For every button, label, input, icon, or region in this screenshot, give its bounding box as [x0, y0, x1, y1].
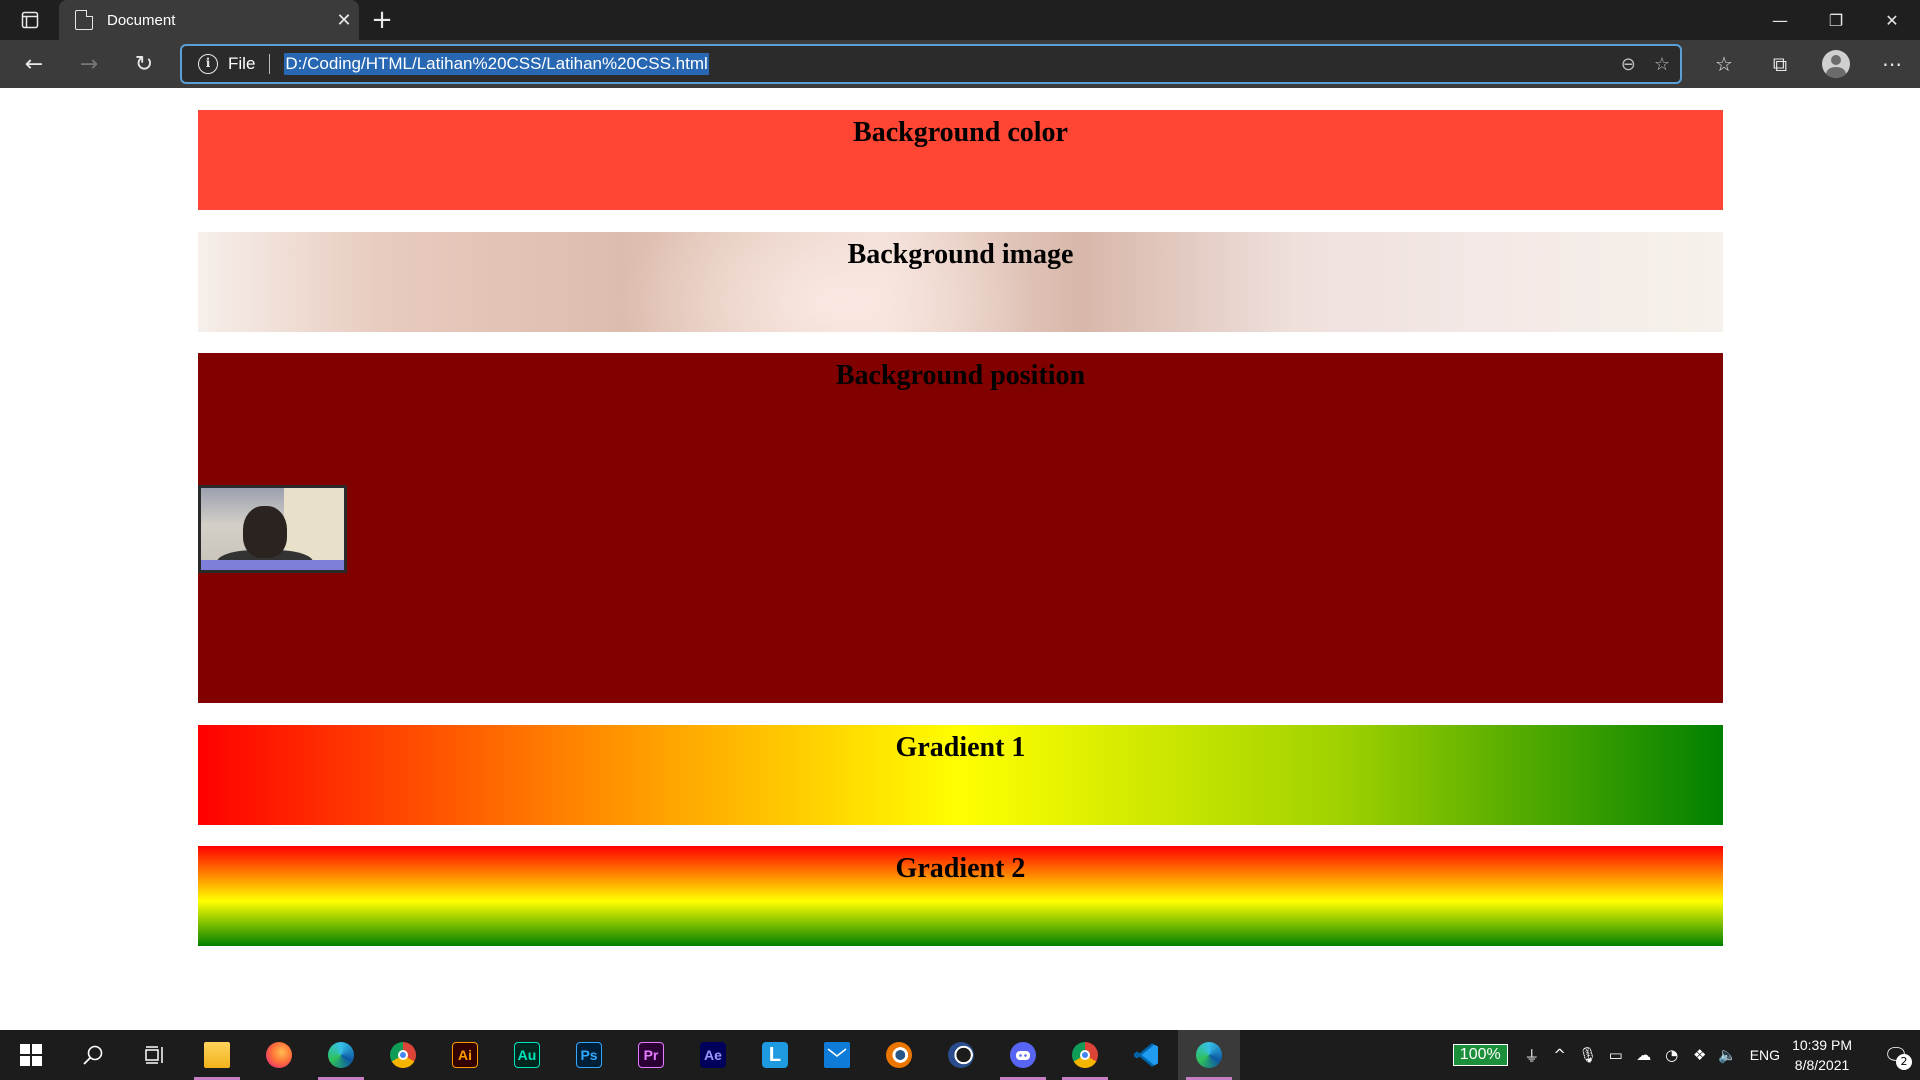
windows-icon [20, 1044, 42, 1066]
favorites-icon[interactable]: ☆ [1696, 40, 1752, 88]
plug-icon[interactable]: ⏚ [1518, 1045, 1546, 1066]
volume-icon[interactable]: 🔈 [1714, 1046, 1742, 1064]
page-content: Background color Background image Backgr… [0, 88, 1920, 1030]
tab-document[interactable]: Document ✕ [59, 0, 359, 40]
heading-gradient-2: Gradient 2 [895, 853, 1026, 884]
browser-toolbar: ← → ↻ i File D:/Coding/HTML/Latihan%20CS… [0, 40, 1920, 88]
webcam-image [198, 485, 347, 573]
address-separator [269, 54, 271, 74]
taskbar-edge-active[interactable] [1178, 1030, 1240, 1080]
folder-icon [204, 1042, 230, 1068]
search-icon [83, 1045, 103, 1065]
language-indicator[interactable]: ENG [1750, 1047, 1780, 1063]
gradient-2-box: Gradient 2 [198, 846, 1723, 946]
blender-icon [886, 1042, 912, 1068]
vscode-icon [1134, 1042, 1160, 1068]
discord-icon [1010, 1042, 1036, 1068]
chrome-icon [390, 1042, 416, 1068]
address-actions: ⊖ ☆ [1621, 46, 1670, 82]
tab-title: Document [107, 11, 176, 29]
taskbar-apps: Ai Au Ps Pr Ae L [0, 1030, 1240, 1080]
taskbar-edge[interactable] [310, 1030, 372, 1080]
back-button[interactable]: ← [16, 46, 52, 82]
gradient-1-box: Gradient 1 [198, 725, 1723, 825]
clock-time: 10:39 PM [1792, 1037, 1852, 1053]
mail-icon [824, 1042, 850, 1068]
battery-icon[interactable]: ▭ [1602, 1046, 1630, 1064]
cinema4d-icon [948, 1042, 974, 1068]
chrome-profile-icon [1072, 1042, 1098, 1068]
taskbar-cinema4d[interactable] [930, 1030, 992, 1080]
taskbar-firefox[interactable] [248, 1030, 310, 1080]
taskbar-illustrator[interactable]: Ai [434, 1030, 496, 1080]
taskbar-chrome[interactable] [372, 1030, 434, 1080]
dropbox-icon[interactable]: ❖ [1686, 1046, 1714, 1064]
background-position-box: Background position [198, 353, 1723, 703]
tab-actions-icon [21, 11, 39, 29]
system-tray: 100% ⏚ ^ 🎙 ▭ ☁ ◔ ❖ 🔈 ENG 10:39 PM 8/8/20… [1452, 1030, 1920, 1080]
task-view-icon [145, 1046, 163, 1064]
premiere-icon: Pr [638, 1042, 664, 1068]
tab-bar: Document ✕ + — ❐ ✕ [0, 0, 1920, 40]
firefox-icon [266, 1042, 292, 1068]
window-controls: — ❐ ✕ [1752, 0, 1920, 40]
edge-icon [328, 1042, 354, 1068]
close-tab-icon[interactable]: ✕ [329, 10, 359, 31]
toolbar-right: ☆ ⧉ ⋯ [1696, 40, 1920, 88]
clock-date: 8/8/2021 [1794, 1057, 1850, 1073]
onedrive-icon[interactable]: ☁ [1630, 1046, 1658, 1064]
zoom-out-icon[interactable]: ⊖ [1621, 54, 1636, 75]
taskbar-photoshop[interactable]: Ps [558, 1030, 620, 1080]
address-bar[interactable]: i File D:/Coding/HTML/Latihan%20CSS/Lati… [180, 44, 1682, 84]
taskbar-discord[interactable] [992, 1030, 1054, 1080]
notification-count: 2 [1896, 1054, 1912, 1070]
scheme-label: File [228, 54, 256, 73]
url-text[interactable]: D:/Coding/HTML/Latihan%20CSS/Latihan%20C… [284, 53, 709, 75]
show-hidden-icons-icon[interactable]: ^ [1546, 1046, 1574, 1064]
taskbar-l-app[interactable]: L [744, 1030, 806, 1080]
heading-background-position: Background position [835, 360, 1086, 391]
task-view-button[interactable] [124, 1030, 186, 1080]
heading-background-color: Background color [853, 117, 1068, 148]
taskbar-premiere[interactable]: Pr [620, 1030, 682, 1080]
background-color-box: Background color [198, 110, 1723, 210]
profile-avatar[interactable] [1822, 50, 1850, 78]
clock[interactable]: 10:39 PM 8/8/2021 [1792, 1035, 1852, 1075]
taskbar-mail[interactable] [806, 1030, 868, 1080]
refresh-button[interactable]: ↻ [126, 46, 162, 82]
illustrator-icon: Ai [452, 1042, 478, 1068]
taskbar-chrome-profile[interactable] [1054, 1030, 1116, 1080]
taskbar-vscode[interactable] [1116, 1030, 1178, 1080]
tab-actions-button[interactable] [12, 6, 48, 34]
forward-button[interactable]: → [71, 46, 107, 82]
taskbar-file-explorer[interactable] [186, 1030, 248, 1080]
edge-active-icon [1196, 1042, 1222, 1068]
microphone-icon[interactable]: 🎙 [1574, 1046, 1602, 1064]
restore-button[interactable]: ❐ [1808, 0, 1864, 40]
minimize-button[interactable]: — [1752, 0, 1808, 40]
info-icon[interactable]: i [198, 54, 218, 74]
audition-icon: Au [514, 1042, 540, 1068]
notifications-button[interactable]: 🗨 2 [1872, 1030, 1920, 1080]
new-tab-button[interactable]: + [366, 4, 398, 36]
after-effects-icon: Ae [700, 1042, 726, 1068]
taskbar-after-effects[interactable]: Ae [682, 1030, 744, 1080]
taskbar-blender[interactable] [868, 1030, 930, 1080]
search-button[interactable] [62, 1030, 124, 1080]
l-app-icon: L [762, 1042, 788, 1068]
more-menu-icon[interactable]: ⋯ [1864, 40, 1920, 88]
collections-icon[interactable]: ⧉ [1752, 40, 1808, 88]
heading-gradient-1: Gradient 1 [895, 732, 1026, 763]
document-icon [75, 10, 93, 30]
taskbar-audition[interactable]: Au [496, 1030, 558, 1080]
photoshop-icon: Ps [576, 1042, 602, 1068]
start-button[interactable] [0, 1030, 62, 1080]
add-favorite-icon[interactable]: ☆ [1654, 54, 1670, 75]
close-window-button[interactable]: ✕ [1864, 0, 1920, 40]
wifi-icon[interactable]: ◔ [1658, 1046, 1686, 1064]
heading-background-image: Background image [847, 239, 1074, 270]
battery-indicator[interactable]: 100% [1452, 1044, 1508, 1066]
taskbar: Ai Au Ps Pr Ae L 100% ⏚ ^ 🎙 ▭ ☁ ◔ ❖ 🔈 EN… [0, 1030, 1920, 1080]
background-image-box: Background image [198, 232, 1723, 332]
